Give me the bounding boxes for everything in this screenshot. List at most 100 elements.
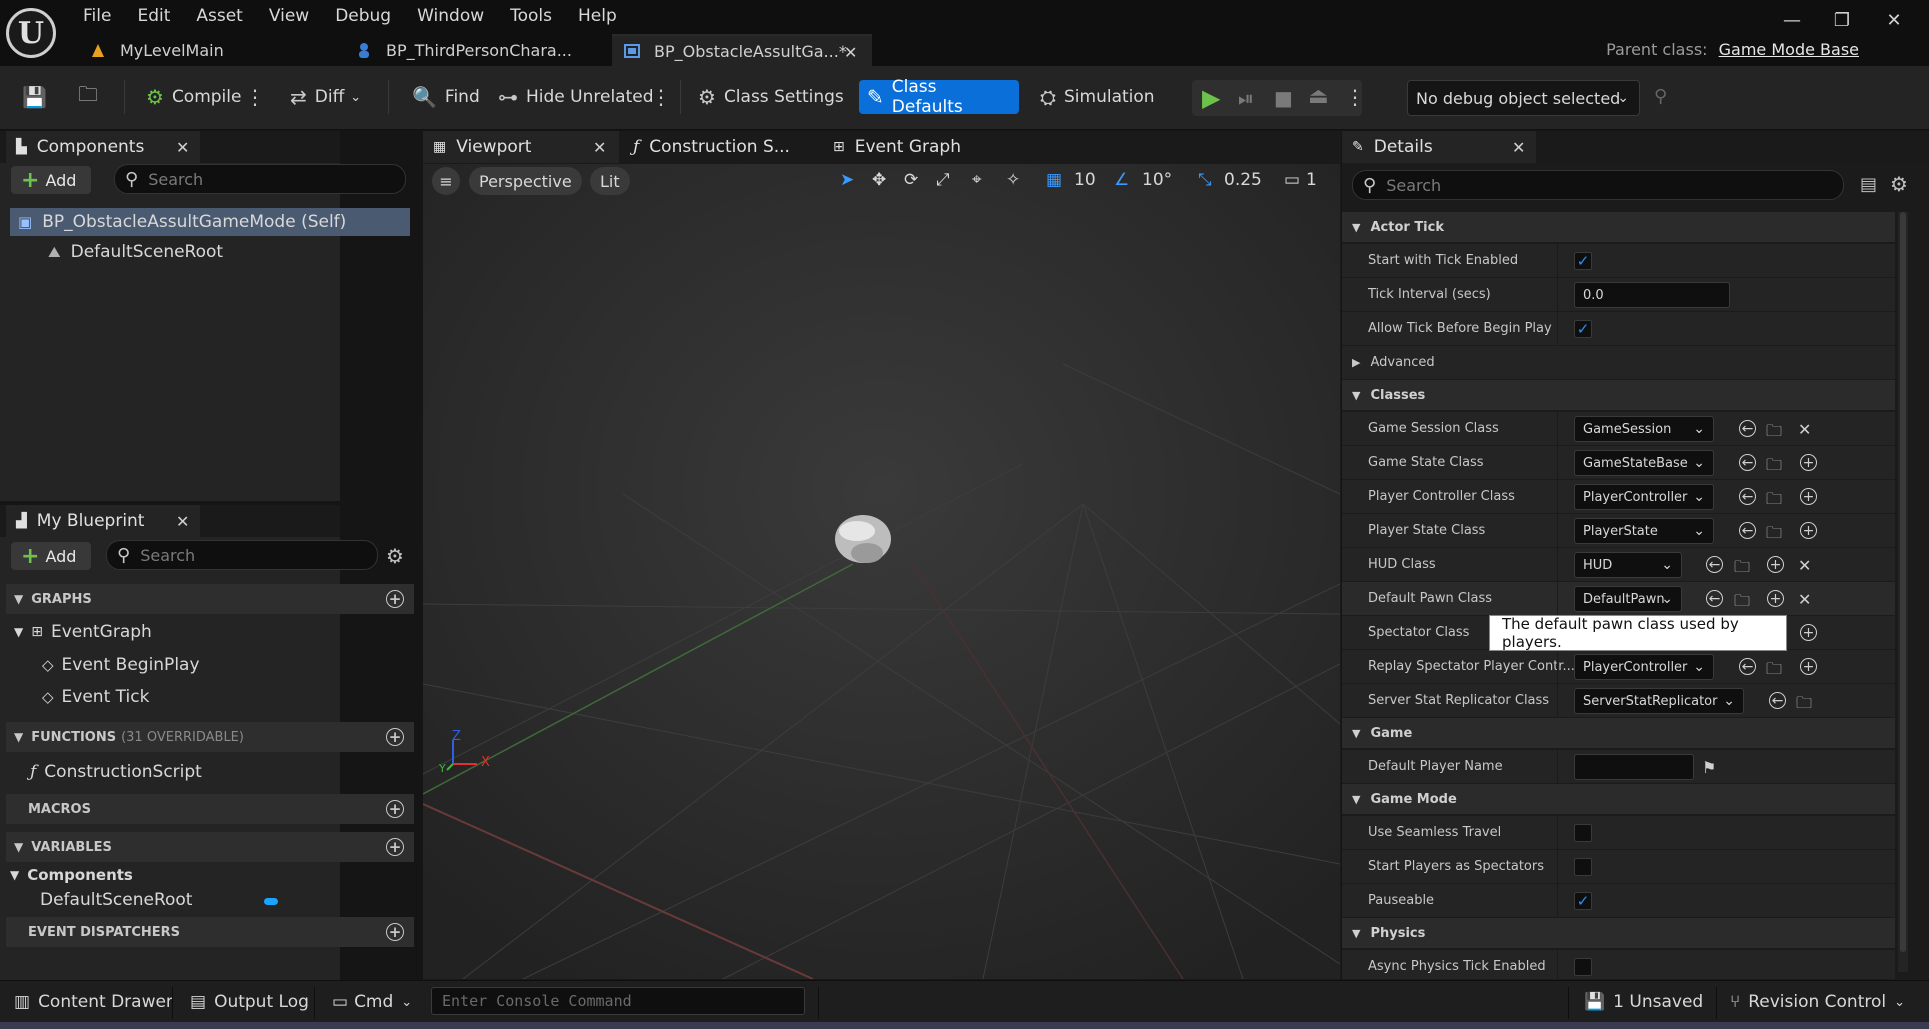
use-selected-icon[interactable]: ← [1739,454,1756,471]
menu-tools[interactable]: Tools [497,2,565,28]
browse-folder-icon[interactable]: 🗀 [1734,556,1750,583]
tab-details[interactable]: ✎ Details ✕ [1342,131,1536,163]
add-new-icon[interactable]: + [1800,658,1817,675]
add-new-icon[interactable]: + [1800,624,1817,641]
compile-options-icon[interactable]: ⋮ [245,80,265,114]
rotate-icon[interactable]: ⟳ [904,170,918,190]
world-local-icon[interactable]: ⌖ [972,170,982,190]
components-add-button[interactable]: + Add [11,166,91,194]
dispatchers-section-header[interactable]: EVENT DISPATCHERS + [6,917,414,947]
tab-event-graph[interactable]: ⊞ Event Graph [823,131,1019,163]
default-pawn-select[interactable]: DefaultPawn ⌄ [1574,586,1682,612]
graph-eventgraph[interactable]: ▼ ⊞ EventGraph [14,622,152,642]
add-variable-icon[interactable]: + [386,838,404,856]
grid-snap-value[interactable]: 10 [1074,170,1096,190]
play-icon[interactable]: ▶ [1202,84,1220,112]
output-log-button[interactable]: ▤ Output Log [182,981,317,1023]
browse-folder-icon[interactable]: 🗀 [1766,522,1782,549]
game-state-select[interactable]: GameStateBase ⌄ [1574,450,1714,476]
add-graph-icon[interactable]: + [386,590,404,608]
stop-icon[interactable]: ■ [1274,86,1293,110]
clear-icon[interactable]: ✕ [1798,590,1811,609]
variable-defaultsceneroot[interactable]: DefaultSceneRoot [40,890,192,910]
advanced-expander[interactable]: ▶ Advanced [1352,355,1435,370]
scrollbar-thumb[interactable] [1900,212,1906,952]
close-icon[interactable]: ✕ [176,138,189,157]
close-icon[interactable]: ✕ [593,138,606,157]
close-icon[interactable]: ✕ [176,512,189,531]
gear-icon[interactable]: ⚙ [1890,172,1908,196]
tab-components[interactable]: ▙ Components ✕ [6,131,200,163]
macros-section-header[interactable]: MACROS + [6,794,414,824]
content-drawer-button[interactable]: ▥ Content Drawer [6,981,181,1023]
browse-folder-icon[interactable]: 🗀 [1734,590,1750,617]
add-function-icon[interactable]: + [386,728,404,746]
section-actor-tick[interactable]: ▼ Actor Tick [1342,212,1895,242]
browse-folder-icon[interactable]: 🗀 [1766,420,1782,447]
close-window-button[interactable]: ✕ [1874,6,1914,34]
component-self-item[interactable]: ▣ BP_ObstacleAssultGameMode (Self) [18,212,346,232]
compile-button[interactable]: ⚙ Compile [138,80,249,114]
tab-bp-obstacleassultgamemode[interactable]: BP_ObstacleAssultGa...* ✕ [612,34,872,66]
menu-edit[interactable]: Edit [124,2,183,28]
parent-class-link[interactable]: Game Mode Base [1719,40,1859,59]
function-constructionscript[interactable]: ƒ ConstructionScript [30,762,202,782]
rotation-snap-icon[interactable]: ∠ [1114,170,1129,190]
default-player-name-input[interactable] [1574,754,1694,780]
gear-icon[interactable]: ⚙ [386,544,404,568]
eject-icon[interactable]: ⏏ [1308,84,1329,109]
browse-folder-icon[interactable]: 🗀 [1766,658,1782,685]
save-button[interactable]: 💾 [14,80,63,114]
console-command-input[interactable]: Enter Console Command [431,987,805,1015]
class-defaults-button[interactable]: ✎ Class Defaults [859,77,1019,117]
start-tick-checkbox[interactable]: ✓ [1574,252,1592,270]
event-tick[interactable]: ◇ Event Tick [42,687,149,707]
table-view-icon[interactable]: ▤ [1860,174,1877,195]
details-scrollbar[interactable] [1898,212,1908,972]
viewport-canvas[interactable]: X Z Y [423,164,1340,979]
tab-bp-thirdpersoncharacter[interactable]: BP_ThirdPersonChara... [344,34,608,66]
pauseable-checkbox[interactable]: ✓ [1574,892,1592,910]
add-macro-icon[interactable]: + [386,800,404,818]
simulation-button[interactable]: ⛭ Simulation [1032,80,1163,114]
minimize-button[interactable]: — [1772,6,1812,34]
event-beginplay[interactable]: ◇ Event BeginPlay [42,655,200,675]
component-defaultsceneroot[interactable]: ⛰ DefaultSceneRoot [48,242,223,262]
row-advanced[interactable]: ▶ Advanced [1342,346,1895,380]
graphs-section-header[interactable]: ▼ GRAPHS + [6,584,414,614]
functions-section-header[interactable]: ▼ FUNCTIONS (31 OVERRIDABLE) + [6,722,414,752]
start-spectators-checkbox[interactable] [1574,858,1592,876]
select-mode-icon[interactable]: ➤ [840,170,854,190]
tick-interval-input[interactable]: 0.0 [1574,282,1730,308]
cmd-select[interactable]: ▭ Cmd ⌄ [324,981,420,1023]
use-selected-icon[interactable]: ← [1739,522,1756,539]
class-settings-button[interactable]: ⚙ Class Settings [690,80,852,114]
blueprint-search-input[interactable]: ⚲ Search [106,540,378,570]
section-game-mode[interactable]: ▼ Game Mode [1342,784,1895,814]
scale-icon[interactable]: ⤢ [936,170,950,190]
use-selected-icon[interactable]: ← [1769,692,1786,709]
menu-debug[interactable]: Debug [322,2,404,28]
add-new-icon[interactable]: + [1800,488,1817,505]
find-options-icon[interactable]: ⋮ [651,80,671,114]
menu-file[interactable]: File [70,2,124,28]
replay-spectator-select[interactable]: PlayerController ⌄ [1574,654,1714,680]
menu-window[interactable]: Window [404,2,497,28]
menu-help[interactable]: Help [565,2,630,28]
restore-button[interactable]: ❐ [1822,6,1862,34]
find-button[interactable]: 🔍 Find [404,80,488,114]
debug-filter-icon[interactable]: ⚲ [1654,86,1667,107]
play-options-icon[interactable]: ⋮ [1345,80,1365,114]
browse-folder-icon[interactable]: 🗀 [1766,454,1782,481]
allow-tick-checkbox[interactable]: ✓ [1574,320,1592,338]
menu-asset[interactable]: Asset [183,2,255,28]
browse-folder-icon[interactable]: 🗀 [1766,488,1782,515]
server-stat-select[interactable]: ServerStatReplicator ⌄ [1574,688,1744,714]
perspective-button[interactable]: Perspective [469,167,582,195]
add-new-icon[interactable]: + [1767,590,1784,607]
scale-snap-value[interactable]: 0.25 [1224,170,1262,190]
lit-button[interactable]: Lit [590,167,630,195]
player-controller-select[interactable]: PlayerController ⌄ [1574,484,1714,510]
section-classes[interactable]: ▼ Classes [1342,380,1895,410]
game-session-select[interactable]: GameSession ⌄ [1574,416,1714,442]
